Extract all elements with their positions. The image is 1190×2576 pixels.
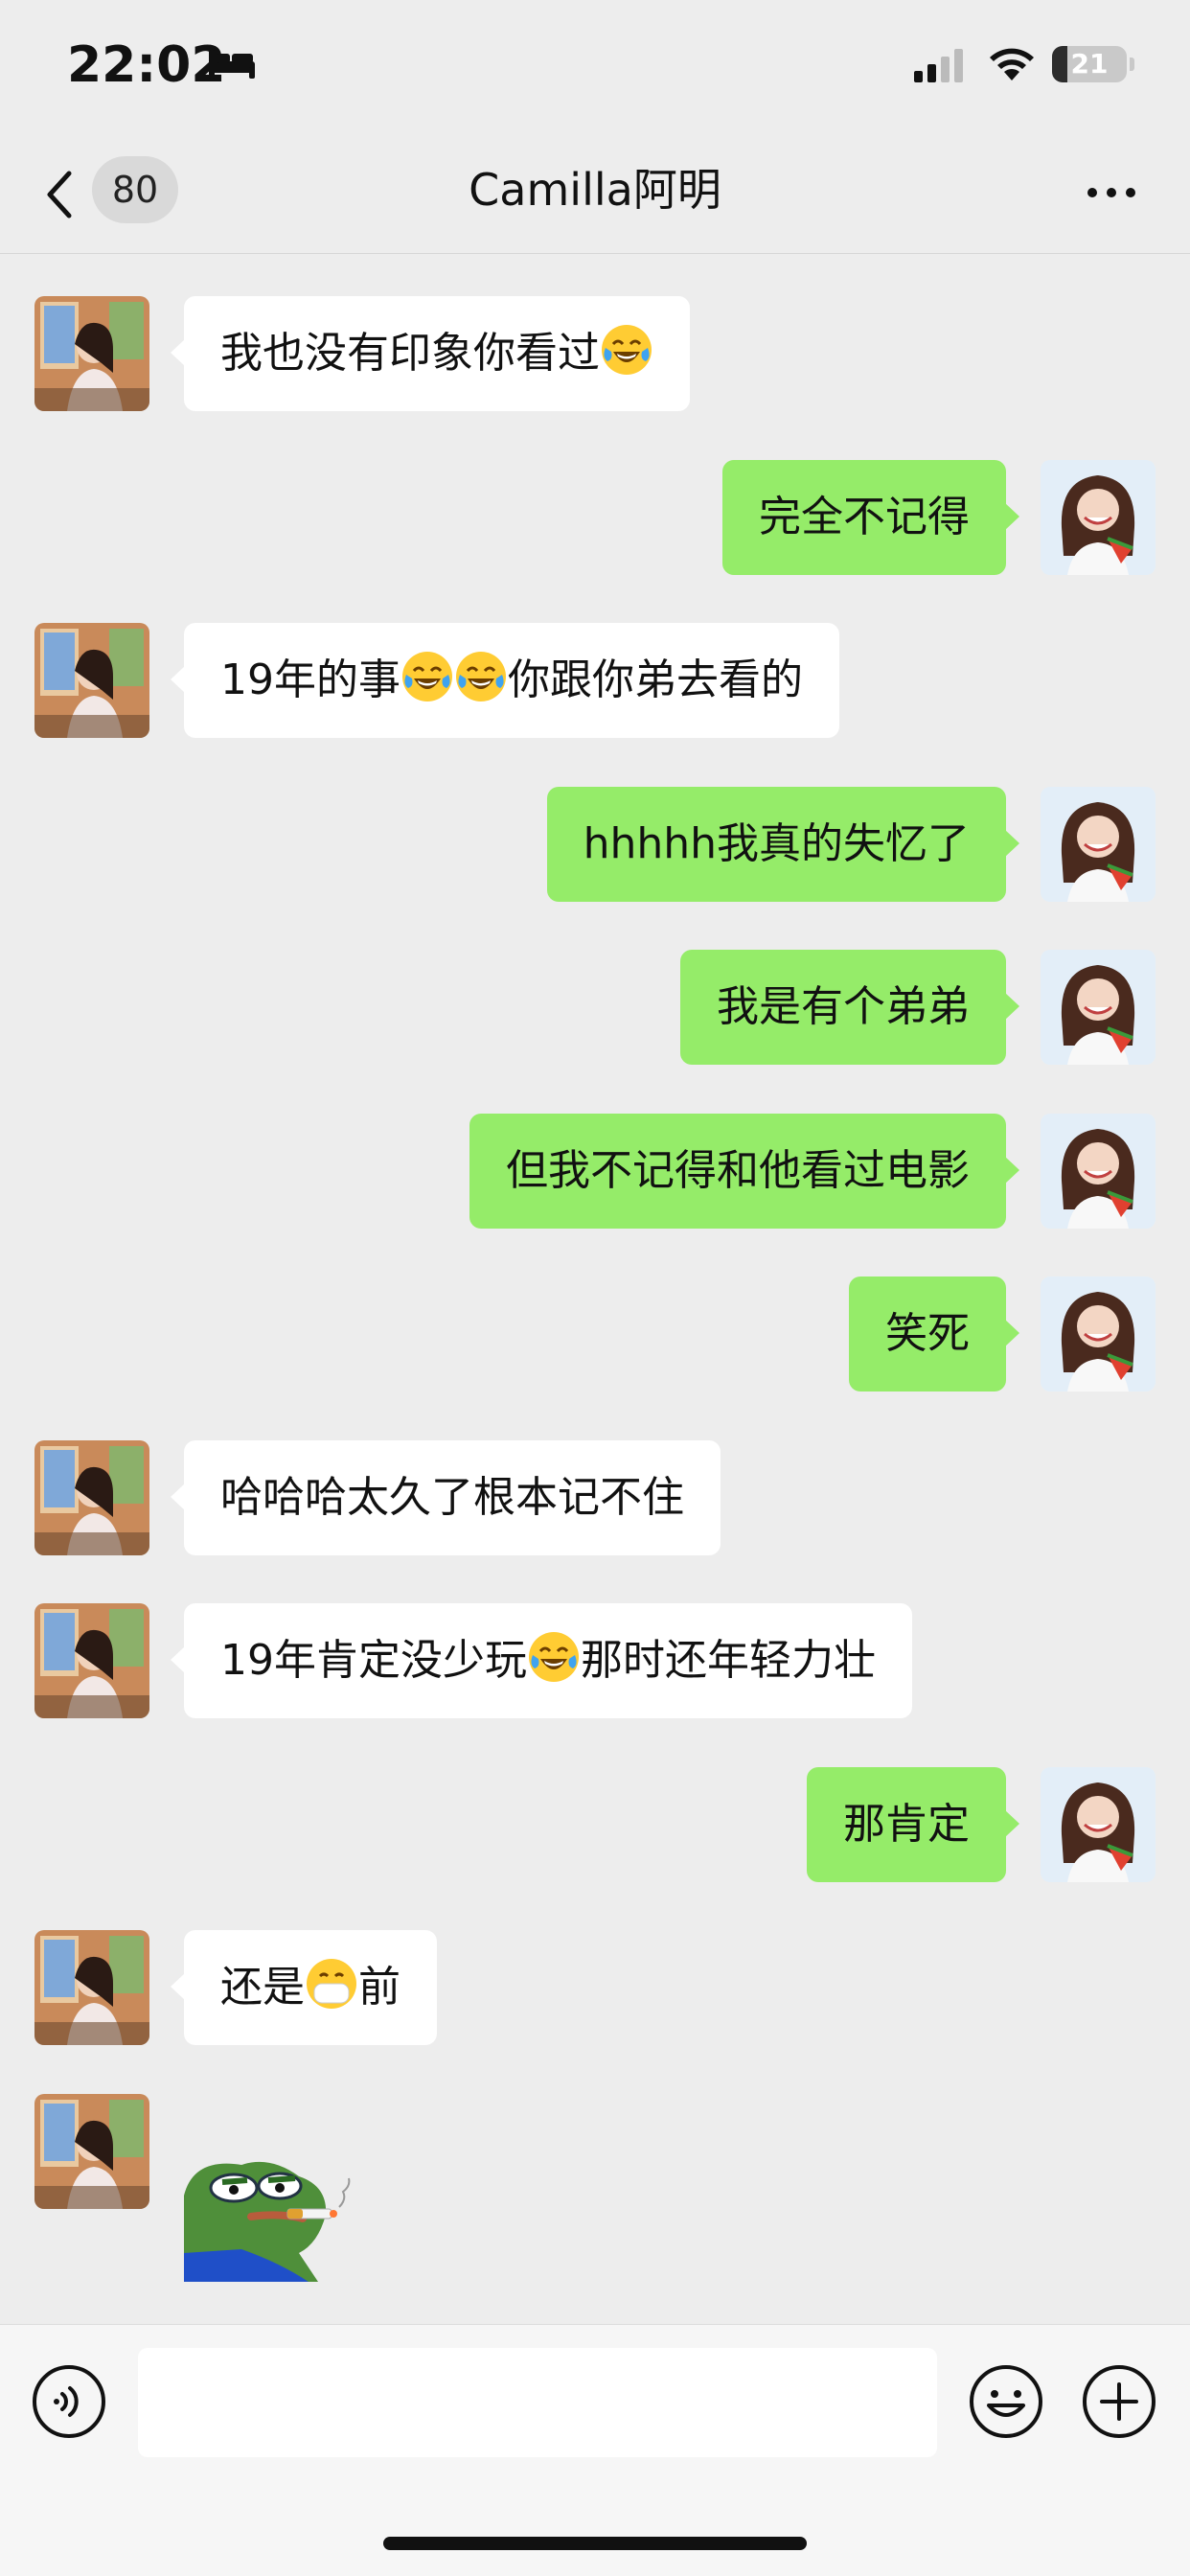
message-text: 19年的事 xyxy=(220,656,400,704)
plus-icon[interactable] xyxy=(1081,2363,1157,2440)
contact-avatar[interactable] xyxy=(34,1930,149,2045)
chat-title: Camilla阿明 xyxy=(469,164,721,216)
outgoing-message-row: 完全不记得 xyxy=(0,460,1190,575)
incoming-message-row: 19年的事 你跟你弟去看的 xyxy=(0,623,1190,738)
message-text: 笑死 xyxy=(885,1309,970,1358)
my-avatar[interactable] xyxy=(1041,1276,1156,1392)
status-time: 22:02 xyxy=(67,36,226,94)
outgoing-message-row: 那肯定 xyxy=(0,1767,1190,1882)
more-icon[interactable] xyxy=(1085,183,1138,202)
mask-face-emoji-icon xyxy=(307,1959,356,2009)
message-text: 19年肯定没少玩 xyxy=(220,1636,527,1685)
pepe-smoking-sticker[interactable] xyxy=(184,2157,376,2282)
tears-of-joy-emoji-icon xyxy=(456,652,506,702)
contact-avatar[interactable] xyxy=(34,623,149,738)
status-bar: 22:02 21 xyxy=(0,0,1190,129)
message-text: 那时还年轻力壮 xyxy=(581,1636,876,1685)
message-bubble[interactable]: 还是 前 xyxy=(171,1930,437,2045)
message-text: 我是有个弟弟 xyxy=(717,982,970,1031)
message-bubble[interactable]: 哈哈哈太久了根本记不住 xyxy=(171,1440,721,1555)
tears-of-joy-emoji-icon xyxy=(529,1632,579,1682)
home-indicator[interactable] xyxy=(383,2537,807,2550)
wifi-icon xyxy=(990,48,1034,80)
message-text: 完全不记得 xyxy=(759,493,970,541)
contact-avatar[interactable] xyxy=(34,1440,149,1555)
unread-count-badge[interactable]: 80 xyxy=(92,156,178,223)
message-text: 那肯定 xyxy=(843,1800,970,1849)
input-bar xyxy=(0,2324,1190,2576)
outgoing-message-row: 笑死 xyxy=(0,1276,1190,1392)
my-avatar[interactable] xyxy=(1041,1767,1156,1882)
my-avatar[interactable] xyxy=(1041,1114,1156,1229)
contact-avatar[interactable] xyxy=(34,1603,149,1718)
outgoing-message-row: 但我不记得和他看过电影 xyxy=(0,1114,1190,1229)
message-text: 哈哈哈太久了根本记不住 xyxy=(220,1473,684,1522)
message-text: 还是 xyxy=(220,1963,305,2012)
outgoing-message-row: 我是有个弟弟 xyxy=(0,950,1190,1065)
emoji-icon[interactable] xyxy=(968,2363,1044,2440)
tears-of-joy-emoji-icon xyxy=(602,325,652,375)
message-text: 但我不记得和他看过电影 xyxy=(506,1146,970,1195)
battery-icon: 21 xyxy=(1052,46,1127,82)
my-avatar[interactable] xyxy=(1041,950,1156,1065)
message-bubble[interactable]: 完全不记得 xyxy=(722,460,1019,575)
message-text: 我也没有印象你看过 xyxy=(220,329,600,378)
incoming-message-row: 我也没有印象你看过 xyxy=(0,296,1190,411)
message-bubble[interactable]: hhhhh我真的失忆了 xyxy=(546,787,1020,902)
battery-level: 21 xyxy=(1070,48,1109,80)
my-avatar[interactable] xyxy=(1041,460,1156,575)
outgoing-message-row: hhhhh我真的失忆了 xyxy=(0,787,1190,902)
message-bubble[interactable]: 19年肯定没少玩 那时还年轻力壮 xyxy=(171,1603,912,1718)
incoming-message-row: 哈哈哈太久了根本记不住 xyxy=(0,1440,1190,1555)
incoming-message-row: 还是 前 xyxy=(0,1930,1190,2045)
message-bubble[interactable]: 那肯定 xyxy=(807,1767,1019,1882)
bed-icon xyxy=(209,50,255,79)
message-bubble[interactable]: 笑死 xyxy=(849,1276,1019,1392)
chat-header: 80 Camilla阿明 xyxy=(0,129,1190,254)
contact-avatar[interactable] xyxy=(34,296,149,411)
incoming-message-row: 19年肯定没少玩 那时还年轻力壮 xyxy=(0,1603,1190,1718)
voice-icon[interactable] xyxy=(31,2363,107,2440)
cellular-signal-icon xyxy=(914,49,963,82)
message-bubble[interactable]: 但我不记得和他看过电影 xyxy=(469,1114,1019,1229)
message-bubble[interactable]: 19年的事 你跟你弟去看的 xyxy=(171,623,839,738)
my-avatar[interactable] xyxy=(1041,787,1156,902)
contact-avatar[interactable] xyxy=(34,2094,149,2209)
battery-cap xyxy=(1130,58,1134,71)
message-text: 前 xyxy=(358,1963,400,2012)
message-input[interactable] xyxy=(138,2348,937,2457)
message-bubble[interactable]: 我也没有印象你看过 xyxy=(171,296,690,411)
message-text: 你跟你弟去看的 xyxy=(508,656,803,704)
message-bubble[interactable]: 我是有个弟弟 xyxy=(680,950,1019,1065)
chevron-left-icon[interactable] xyxy=(42,168,77,221)
tears-of-joy-emoji-icon xyxy=(402,652,452,702)
message-text: hhhhh我真的失忆了 xyxy=(583,819,970,868)
